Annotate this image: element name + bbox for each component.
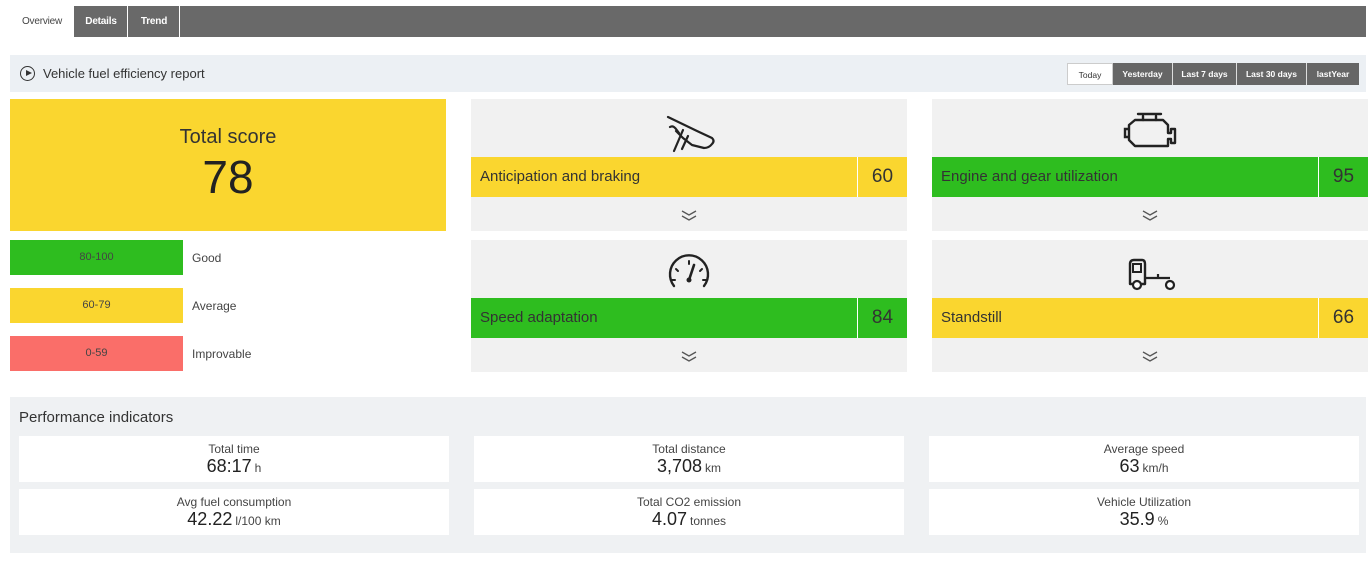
indicator-total-time: Total time 68:17 h: [19, 436, 449, 482]
indicator-unit: tonnes: [690, 514, 727, 528]
total-score-panel: Total score 78: [10, 99, 446, 231]
category-card-speed-adaptation: Speed adaptation 84: [471, 240, 907, 372]
period-yesterday[interactable]: Yesterday: [1113, 63, 1173, 85]
category-score: 84: [857, 298, 907, 338]
expand-chevron-icon[interactable]: [932, 209, 1368, 223]
legend-average-range: 60-79: [10, 288, 183, 323]
indicator-value: 35.9: [1119, 509, 1155, 529]
category-score: 95: [1318, 157, 1368, 197]
indicator-value: 63: [1119, 456, 1140, 476]
indicator-value-row: 4.07 tonnes: [474, 509, 904, 530]
tab-bar: Overview Details Trend: [10, 6, 1366, 37]
indicator-value: 68:17: [206, 456, 252, 476]
legend-improvable-label: Improvable: [192, 347, 252, 361]
tab-trend[interactable]: Trend: [129, 6, 180, 37]
indicator-unit: %: [1157, 514, 1169, 528]
indicator-total-distance: Total distance 3,708 km: [474, 436, 904, 482]
indicator-avg-fuel-consumption: Avg fuel consumption 42.22 l/100 km: [19, 489, 449, 535]
legend-good-label: Good: [192, 251, 222, 265]
category-bar: Standstill 66: [932, 298, 1368, 338]
indicator-label: Total distance: [652, 442, 726, 456]
legend-average-label: Average: [192, 299, 237, 313]
indicator-value: 42.22: [187, 509, 233, 529]
category-bar: Engine and gear utilization 95: [932, 157, 1368, 197]
indicator-value-row: 35.9%: [929, 509, 1359, 530]
indicator-label: Avg fuel consumption: [176, 495, 292, 509]
total-score-label: Total score: [179, 126, 277, 148]
indicator-label: Average speed: [1103, 442, 1185, 456]
indicator-average-speed: Average speed 63 km/h: [929, 436, 1359, 482]
expand-chevron-icon[interactable]: [471, 350, 907, 364]
indicator-value-row: 63 km/h: [929, 456, 1359, 477]
category-name: Anticipation and braking: [480, 168, 641, 185]
indicator-vehicle-utilization: Vehicle Utilization 35.9%: [929, 489, 1359, 535]
expand-chevron-icon[interactable]: [932, 350, 1368, 364]
period-last-7-days[interactable]: Last 7 days: [1173, 63, 1237, 85]
brake-pedal-icon: [471, 107, 907, 155]
category-card-engine-gear: Engine and gear utilization 95: [932, 99, 1368, 231]
category-score: 66: [1318, 298, 1368, 338]
speedometer-icon: [471, 248, 907, 296]
legend-good-range: 80-100: [10, 240, 183, 275]
indicator-unit: km: [705, 461, 722, 475]
tab-details[interactable]: Details: [75, 6, 128, 37]
indicator-total-co2-emission: Total CO2 emission 4.07 tonnes: [474, 489, 904, 535]
indicator-label: Total CO2 emission: [636, 495, 742, 509]
engine-icon: [932, 107, 1368, 155]
page-title: Vehicle fuel efficiency report: [43, 66, 205, 81]
indicator-label: Total time: [208, 442, 260, 456]
indicator-value-row: 68:17 h: [19, 456, 449, 477]
period-today[interactable]: Today: [1067, 63, 1113, 85]
period-selector: Today Yesterday Last 7 days Last 30 days…: [1067, 63, 1359, 85]
period-last-year[interactable]: lastYear: [1307, 63, 1359, 85]
indicator-unit: l/100 km: [235, 514, 281, 528]
total-score-value: 78: [202, 151, 254, 203]
category-name: Standstill: [941, 309, 1002, 326]
tab-overview[interactable]: Overview: [10, 6, 74, 37]
indicator-label: Vehicle Utilization: [1096, 495, 1192, 509]
performance-indicators-panel: Performance indicators Total time 68:17 h…: [10, 397, 1366, 553]
category-card-anticipation-braking: Anticipation and braking 60: [471, 99, 907, 231]
indicator-unit: h: [254, 461, 262, 475]
category-card-standstill: Standstill 66: [932, 240, 1368, 372]
category-score: 60: [857, 157, 907, 197]
legend-improvable-range: 0-59: [10, 336, 183, 371]
play-circle-icon[interactable]: [20, 66, 35, 81]
indicator-value-row: 42.22 l/100 km: [19, 509, 449, 530]
indicator-unit: km/h: [1142, 461, 1169, 475]
indicator-value: 3,708: [656, 456, 703, 476]
indicator-value: 4.07: [651, 509, 687, 529]
category-name: Speed adaptation: [480, 309, 598, 326]
category-bar: Anticipation and braking 60: [471, 157, 907, 197]
report-header: Vehicle fuel efficiency report Today Yes…: [10, 55, 1366, 92]
performance-title: Performance indicators: [19, 409, 174, 426]
expand-chevron-icon[interactable]: [471, 209, 907, 223]
category-bar: Speed adaptation 84: [471, 298, 907, 338]
period-last-30-days[interactable]: Last 30 days: [1237, 63, 1307, 85]
truck-standstill-icon: [932, 248, 1368, 296]
indicator-value-row: 3,708 km: [474, 456, 904, 477]
category-name: Engine and gear utilization: [941, 168, 1118, 185]
